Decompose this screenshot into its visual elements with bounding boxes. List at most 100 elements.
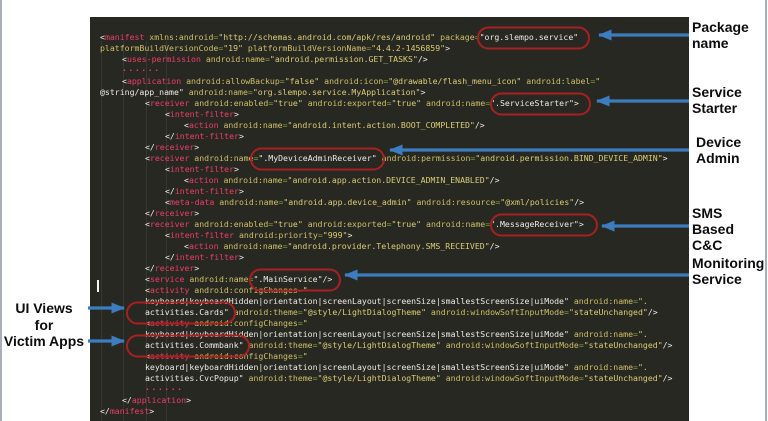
code-token: > [662, 153, 668, 163]
code-token: activities.Cards" [145, 307, 229, 317]
code-line: <intent-filter> [90, 164, 689, 175]
code-token: /> [489, 175, 500, 185]
code-token: ". [637, 296, 648, 306]
code-token: "@drawable/flash_menu_icon" [388, 76, 522, 86]
code-line: <activity android:configChanges=" [90, 285, 689, 296]
code-line: <action android:name="android.provider.T… [90, 241, 689, 252]
code-token: </ [122, 395, 132, 405]
code-line: </intent-filter> [90, 186, 689, 197]
code-token: activities.CvcPopup" [145, 373, 244, 383]
code-token: "android.provider.Telephony.SMS_RECEIVED… [287, 241, 490, 251]
code-line: activities.CvcPopup" android:theme="@sty… [90, 373, 689, 384]
code-token: receiver [149, 153, 190, 163]
code-line: <receiver android:enabled="true" android… [90, 219, 689, 230]
code-line: keyboard|keyboardHidden|orientation|scre… [90, 362, 689, 373]
code-token: > [234, 109, 239, 119]
code-token: ".MainService"/> [253, 274, 333, 284]
code-token: "stateUnchanged" [583, 373, 663, 383]
code-line: activities.Commbank" android:theme="@sty… [90, 340, 689, 351]
code-token: android:allowBackup [181, 76, 280, 86]
code-token: intent-filter [174, 131, 239, 141]
code-token: android:resource [411, 197, 496, 207]
code-token: keyboard|keyboardHidden|orientation|scre… [145, 362, 569, 372]
code-token: package [435, 32, 475, 42]
code-token: keyboard|keyboardHidden|orientation|scre… [145, 329, 569, 339]
code-line: <service android:name=".MainService"/> [90, 274, 689, 285]
code-token: /> [574, 197, 585, 207]
code-token: receiver [154, 263, 195, 273]
code-token: </ [165, 252, 175, 262]
code-line: <intent-filter android:priority="999"> [90, 230, 689, 241]
code-token: /> [662, 340, 673, 350]
code-line: keyboard|keyboardHidden|orientation|scre… [90, 329, 689, 340]
code-token: > [238, 252, 244, 262]
code-token: platformBuildVersionCode [100, 43, 219, 53]
code-token: activity [149, 351, 190, 361]
code-token: android:enabled [189, 219, 269, 229]
code-token: android:name [568, 362, 634, 372]
code-token: > [445, 43, 451, 53]
code-token: android:windowSoftInputMode [426, 307, 565, 317]
code-token: > [194, 142, 200, 152]
code-line: <action android:name="android.app.action… [90, 175, 689, 186]
code-line: <manifest xmlns:android="http://schemas.… [90, 32, 689, 43]
code-token: receiver [149, 219, 190, 229]
code-token: "android.intent.action.BOOT_COMPLETED" [287, 120, 475, 130]
code-token: </ [165, 186, 175, 196]
code-token: android:configChanges [189, 318, 298, 328]
code-token: receiver [154, 208, 195, 218]
code-token: ".MyDeviceAdminReceiver" [258, 153, 377, 163]
code-line: </intent-filter> [90, 252, 689, 263]
code-line: </intent-filter> [90, 131, 689, 142]
annotation-sms-based-cc: SMS Based C&C [692, 205, 735, 253]
code-token: application [131, 395, 187, 405]
code-token: xmlns:android [144, 32, 214, 42]
code-token: "@style/LightDialogTheme" [302, 307, 426, 317]
code-token: </ [145, 263, 155, 273]
code-token: ". [637, 362, 648, 372]
code-token: android:name [218, 120, 283, 130]
code-token: android:theme [243, 373, 313, 383]
code-token: " [302, 351, 308, 361]
code-token: " [302, 285, 308, 295]
code-token: android:icon [319, 76, 384, 86]
code-token: /> [647, 307, 658, 317]
annotation-device-admin: Device Admin [696, 134, 742, 166]
code-line: <intent-filter> [90, 109, 689, 120]
code-token: android:name [218, 241, 283, 251]
annotation-ui-views-victim-apps: UI Views for Victim Apps [3, 300, 85, 349]
code-token: android:enabled [189, 98, 269, 108]
code-token: manifest [104, 32, 145, 42]
code-token: "http://schemas.android.com/apk/res/andr… [218, 32, 436, 42]
code-token: keyboard|keyboardHidden|orientation|scre… [145, 296, 569, 306]
code-token: ".ServiceStarter"> [490, 98, 579, 108]
code-line: <action android:name="android.intent.act… [90, 120, 689, 131]
code-line: </receiver> [90, 142, 689, 153]
code-token: "true" [273, 219, 303, 229]
slide-left-border [0, 0, 2, 421]
code-token: "true" [391, 219, 422, 229]
code-line: @string/app_name" android:name="org.slem… [90, 87, 689, 98]
code-token: platformBuildVersionName [242, 43, 367, 53]
code-token: </ [145, 208, 155, 218]
code-token: android:name [421, 219, 486, 229]
code-token: android:theme [243, 340, 313, 350]
code-token: intent-filter [169, 164, 235, 174]
code-token: > [194, 208, 200, 218]
code-token: ······ [145, 384, 184, 394]
code-token: android:configChanges [189, 351, 298, 361]
code-line: <receiver android:enabled="true" android… [90, 98, 689, 109]
code-token: "true" [391, 98, 422, 108]
code-token: service [149, 274, 185, 284]
code-token: ······ [122, 65, 161, 75]
code-token: android:windowSoftInputMode [440, 340, 579, 350]
code-token: > [194, 263, 200, 273]
code-editor-panel[interactable]: <manifest xmlns:android="http://schemas.… [90, 17, 689, 421]
code-line: <application android:allowBackup="false"… [90, 76, 689, 87]
code-token: android:name [214, 197, 279, 207]
code-token: activity [149, 318, 190, 328]
code-token: /> [662, 373, 673, 383]
code-token: "@style/LightDialogTheme" [317, 340, 441, 350]
code-token: android:exported [302, 219, 387, 229]
code-token: activities.Commbank" [145, 340, 244, 350]
